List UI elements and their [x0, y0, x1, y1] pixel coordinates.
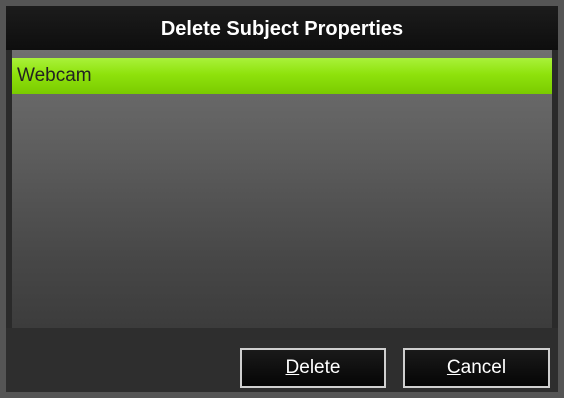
subject-properties-list[interactable]: Webcam — [12, 50, 552, 328]
dialog-title: Delete Subject Properties — [6, 6, 558, 50]
delete-button-accelerator: D — [285, 357, 300, 378]
delete-subject-properties-dialog: Delete Subject Properties Webcam Delete … — [0, 0, 564, 398]
dialog-footer: Delete Cancel — [6, 328, 558, 392]
cancel-button-accelerator: C — [446, 357, 461, 378]
cancel-button-label: ancel — [460, 357, 507, 378]
delete-button[interactable]: Delete — [240, 348, 386, 388]
list-item-webcam[interactable]: Webcam — [12, 58, 552, 94]
delete-button-label: elete — [299, 357, 341, 378]
cancel-button[interactable]: Cancel — [403, 348, 550, 388]
